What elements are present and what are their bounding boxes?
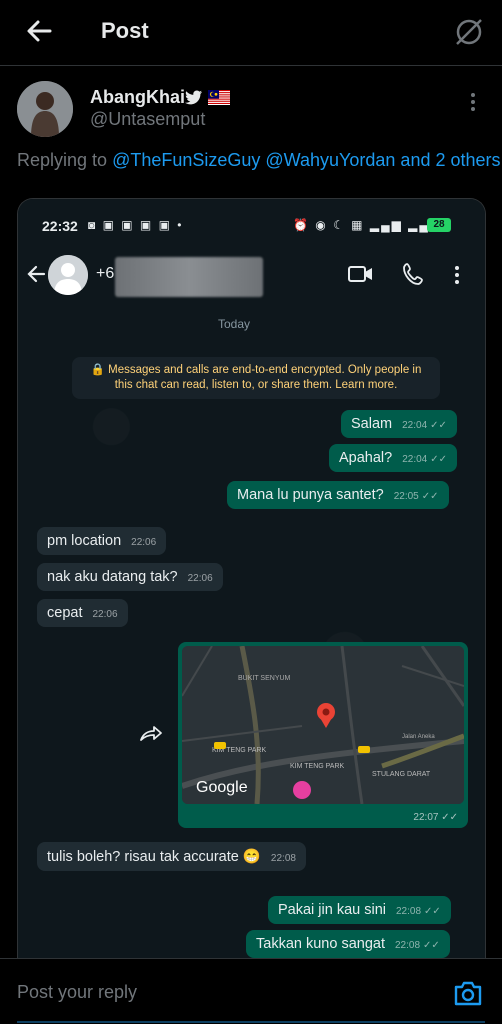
read-ticks-icon: ✓✓ [424,906,441,917]
menu-dots-icon [452,263,462,287]
message-time: 22:04 [402,420,428,431]
message-bubble-outgoing: Pakai jin kau sini 22:08 ✓✓ [268,896,451,924]
back-arrow-icon[interactable] [22,14,56,48]
video-call-icon [348,263,374,285]
replying-mentions[interactable]: @TheFunSizeGuy @WahyuYordan and 2 others [112,150,500,170]
author-name[interactable]: AbangKhai [90,87,185,108]
contact-avatar-icon [48,255,88,295]
read-ticks-icon: ✓✓ [430,420,447,431]
status-bar: 22:32 ◙ ▣ ▣ ▣ ▣ • ⏰ ◉ ☾ ▦ ▂▄▆ ▂▄▆ 28 [18,199,485,251]
reply-underline [17,1021,485,1023]
author-handle[interactable]: @Untasemput [90,109,205,130]
page-title: Post [101,18,149,43]
battery-icon: 28 [427,218,451,232]
reply-bar: Post your reply [0,958,502,1024]
message-bubble-outgoing: Takkan kuno sangat 22:08 ✓✓ [246,930,450,958]
contact-number: +6 [96,265,115,282]
read-ticks-icon: ✓✓ [421,491,439,502]
message-time: 22:07 [413,812,439,823]
read-ticks-icon: ✓✓ [430,454,448,465]
message-text: Takkan kuno sangat [256,936,385,952]
malaysia-flag-icon [208,90,230,105]
message-time: 22:08 [396,906,422,917]
forward-icon [138,724,164,744]
message-time: 22:08 [394,940,421,951]
location-message: BUKIT SENYUM KIM TENG PARK KIM TENG PARK… [178,642,468,828]
top-bar: Post [0,0,502,66]
message-time: 22:06 [187,573,213,584]
message-text: cepat [47,605,83,621]
camera-icon[interactable] [453,979,483,1007]
message-bubble-outgoing: Mana lu punya santet? 22:05 ✓✓ [227,481,449,509]
author-avatar[interactable] [17,81,73,137]
message-text: Pakai jin kau sini [278,902,386,918]
grok-icon[interactable] [450,13,488,51]
map-label: STULANG DARAT [372,771,431,778]
read-ticks-icon: ✓✓ [423,940,440,951]
blurred-number [115,257,263,297]
status-time: 22:32 [42,218,78,234]
replying-prefix: Replying to [17,150,108,170]
message-text: tulis boleh? risau tak accurate 😁 [47,849,261,865]
date-chip: Today [218,317,251,331]
map-label: KIM TENG PARK [290,763,345,770]
bird-icon [185,90,203,106]
message-text: nak aku datang tak? [47,569,178,585]
read-ticks-icon: ✓✓ [441,812,458,823]
message-time-with-ticks: 22:07 ✓✓ [413,812,458,823]
message-time: 22:08 [270,853,296,864]
message-bubble-outgoing: Salam 22:04 ✓✓ [341,410,457,438]
message-bubble-incoming: tulis boleh? risau tak accurate 😁 22:08 [37,842,306,871]
chat-header: +6 [18,251,485,301]
message-time: 22:06 [131,537,157,548]
message-bubble-incoming: cepat 22:06 [37,599,128,627]
message-bubble-outgoing: Apahal? 22:04 ✓✓ [329,444,458,472]
notification-icons: ◙ ▣ ▣ ▣ ▣ • [88,218,184,232]
back-arrow-icon [26,263,48,285]
replying-to: Replying to @TheFunSizeGuy @WahyuYordan … [17,150,501,171]
more-options-icon[interactable] [463,88,483,116]
message-bubble-incoming: nak aku datang tak? 22:06 [37,563,223,591]
message-time: 22:04 [402,454,428,465]
post-image[interactable]: 22:32 ◙ ▣ ▣ ▣ ▣ • ⏰ ◉ ☾ ▦ ▂▄▆ ▂▄▆ 28 +6 … [17,198,486,958]
encryption-notice: 🔒 Messages and calls are end-to-end encr… [72,357,440,399]
message-time: 22:06 [92,609,118,620]
message-bubble-incoming: pm location 22:06 [37,527,167,555]
message-text: pm location [47,533,122,549]
phone-call-icon [402,261,426,287]
system-icons: ⏰ ◉ ☾ ▦ ▂▄▆ ▂▄▆ [293,218,442,232]
map-label: BUKIT SENYUM [238,675,291,682]
message-text: Apahal? [339,450,393,466]
message-text: Mana lu punya santet? [237,487,384,503]
reply-input[interactable]: Post your reply [17,982,137,1003]
message-time: 22:05 [393,491,419,502]
location-map: BUKIT SENYUM KIM TENG PARK KIM TENG PARK… [182,646,464,804]
map-label: Jalan Aneka [402,734,435,740]
google-logo: Google [196,779,248,796]
message-text: Salam [351,416,393,432]
